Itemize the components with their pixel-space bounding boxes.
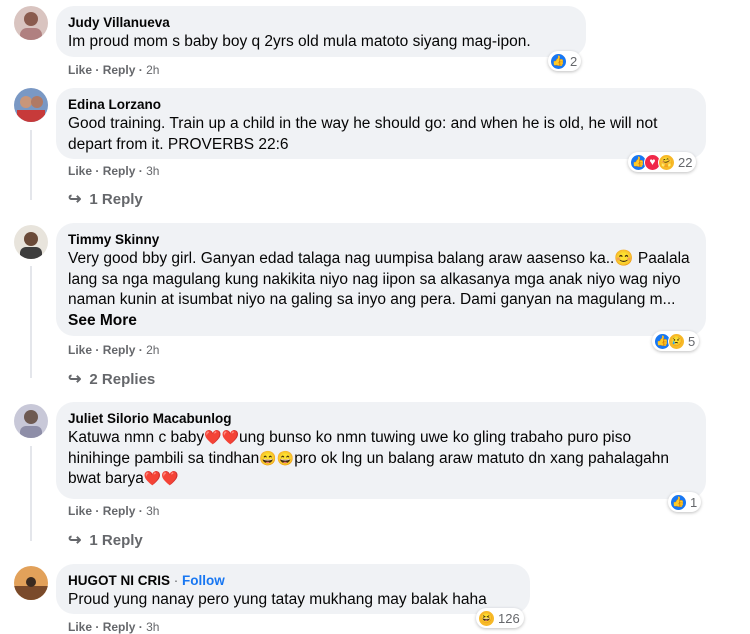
like-icon: 👍: [670, 493, 687, 511]
thread-line: [30, 446, 32, 541]
reaction-count: 1: [690, 494, 698, 510]
reaction-count: 5: [688, 333, 696, 349]
thread-line: [30, 130, 32, 200]
timestamp[interactable]: 2h: [146, 343, 159, 357]
smile-emoji: 😄😄: [259, 449, 295, 466]
comment-meta: Like · Reply · 3h: [68, 620, 160, 634]
avatar[interactable]: [14, 566, 48, 600]
reaction-summary[interactable]: 😆 126: [476, 608, 524, 628]
like-link[interactable]: Like: [68, 620, 92, 634]
reply-link[interactable]: Reply: [103, 164, 136, 178]
reaction-summary[interactable]: 👍 😢 5: [652, 331, 700, 351]
timestamp[interactable]: 3h: [146, 620, 159, 634]
like-link[interactable]: Like: [68, 504, 92, 518]
reaction-summary[interactable]: 👍 1: [668, 492, 702, 512]
comment-text: Good training. Train up a child in the w…: [68, 115, 658, 153]
comment-text: Im proud mom s baby boy q 2yrs old mula …: [68, 33, 531, 50]
reply-arrow-icon: ↪: [68, 191, 82, 208]
replies-label: 1 Reply: [89, 190, 143, 208]
avatar[interactable]: [14, 6, 48, 40]
reaction-count: 2: [570, 53, 578, 69]
commenter-name-row: HUGOT NI CRIS · Follow: [68, 573, 225, 588]
comment-bubble: Juliet Silorio Macabunlog Katuwa nmn c b…: [56, 402, 706, 499]
comment-bubble: Edina Lorzano Good training. Train up a …: [56, 88, 706, 159]
see-more-link[interactable]: See More: [68, 312, 137, 329]
reply-link[interactable]: Reply: [103, 620, 136, 634]
timestamp[interactable]: 3h: [146, 164, 159, 178]
comment-bubble: HUGOT NI CRIS · Follow Proud yung nanay …: [56, 564, 530, 614]
view-replies-button[interactable]: ↪ 2 Replies: [68, 369, 155, 389]
timestamp[interactable]: 3h: [146, 504, 159, 518]
sad-icon: 😢: [668, 332, 685, 350]
comment-text: Katuwa nmn c baby❤️❤️ung bunso ko nmn tu…: [68, 429, 670, 487]
commenter-name[interactable]: Edina Lorzano: [68, 96, 694, 113]
like-link[interactable]: Like: [68, 63, 92, 77]
reply-link[interactable]: Reply: [103, 504, 136, 518]
care-icon: 🤗: [658, 153, 675, 171]
reply-arrow-icon: ↪: [68, 532, 82, 549]
commenter-name[interactable]: Timmy Skinny: [68, 231, 694, 248]
comment-text: Proud yung nanay pero yung tatay mukhang…: [68, 591, 487, 608]
follow-button[interactable]: Follow: [182, 573, 225, 588]
timestamp[interactable]: 2h: [146, 63, 159, 77]
reaction-count: 126: [498, 610, 520, 626]
avatar[interactable]: [14, 88, 48, 122]
reply-link[interactable]: Reply: [103, 63, 136, 77]
comment-text: Very good bby girl. Ganyan edad talaga n…: [68, 250, 690, 329]
view-replies-button[interactable]: ↪ 1 Reply: [68, 530, 143, 550]
avatar[interactable]: [14, 225, 48, 259]
reaction-count: 22: [678, 154, 693, 170]
comment-meta: Like · Reply · 3h: [68, 164, 160, 178]
haha-icon: 😆: [478, 609, 495, 627]
reaction-summary[interactable]: 👍 ♥ 🤗 22: [628, 152, 697, 172]
like-link[interactable]: Like: [68, 164, 92, 178]
comment-meta: Like · Reply · 2h: [68, 63, 160, 77]
heart-emoji: ❤️❤️: [143, 470, 179, 486]
commenter-name[interactable]: HUGOT NI CRIS: [68, 573, 170, 588]
comment-bubble: Timmy Skinny Very good bby girl. Ganyan …: [56, 223, 706, 336]
thread-line: [30, 266, 32, 378]
commenter-name[interactable]: Judy Villanueva: [68, 14, 574, 31]
comment-meta: Like · Reply · 2h: [68, 343, 160, 357]
view-replies-button[interactable]: ↪ 1 Reply: [68, 189, 143, 209]
commenter-name[interactable]: Juliet Silorio Macabunlog: [68, 410, 694, 427]
heart-emoji: ❤️❤️: [204, 429, 240, 445]
reply-link[interactable]: Reply: [103, 343, 136, 357]
avatar[interactable]: [14, 404, 48, 438]
like-icon: 👍: [550, 52, 567, 70]
reply-arrow-icon: ↪: [68, 371, 82, 388]
like-link[interactable]: Like: [68, 343, 92, 357]
comment-meta: Like · Reply · 3h: [68, 504, 160, 518]
reaction-summary[interactable]: 👍 2: [548, 51, 582, 71]
replies-label: 2 Replies: [89, 370, 156, 388]
comment-bubble: Judy Villanueva Im proud mom s baby boy …: [56, 6, 586, 57]
replies-label: 1 Reply: [89, 531, 143, 549]
